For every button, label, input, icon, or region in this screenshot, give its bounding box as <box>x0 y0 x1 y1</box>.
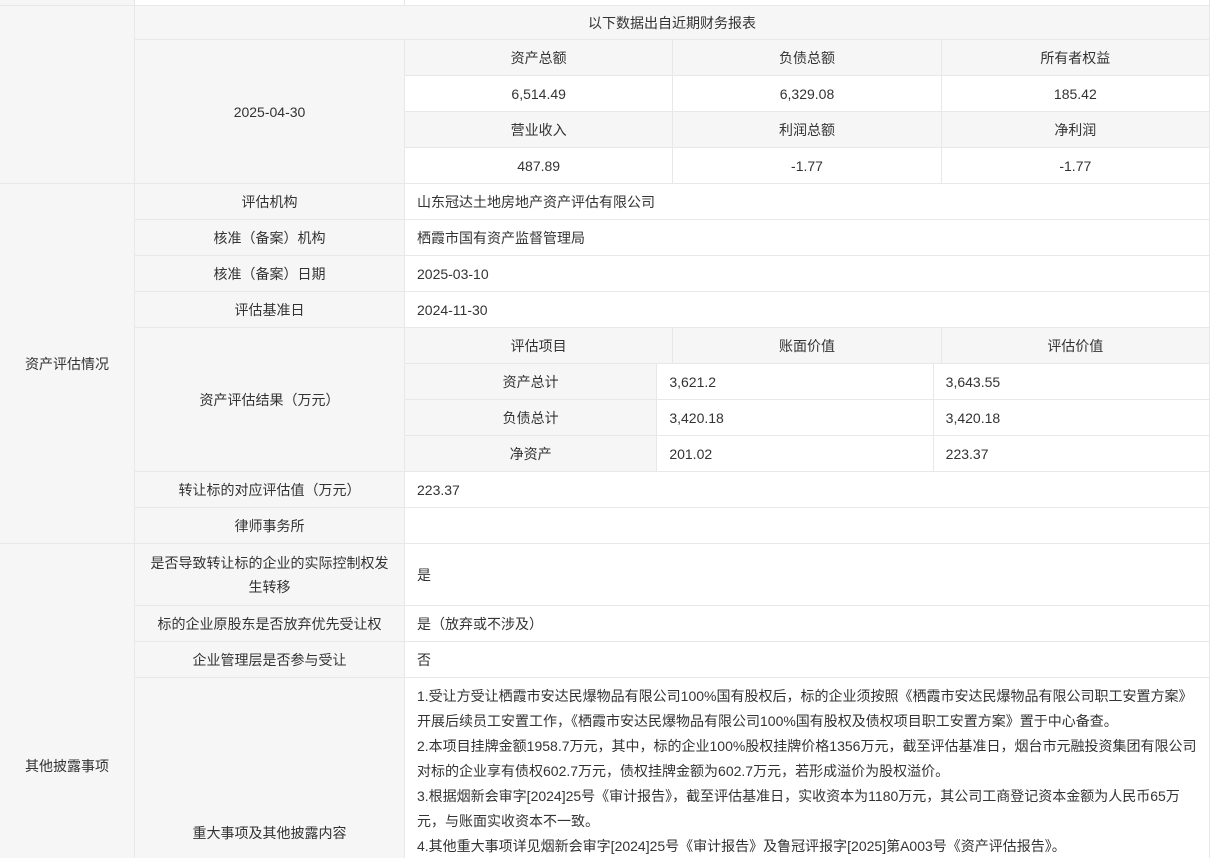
row-label: 评估基准日 <box>135 292 405 328</box>
evaluation-group-label: 资产评估情况 <box>0 184 135 544</box>
financial-value: 487.89 <box>405 148 673 184</box>
disclosure-paragraph: 3.根据烟新会审字[2024]25号《审计报告》，截至评估基准日，实收资本为11… <box>417 784 1197 834</box>
financial-value: 6,329.08 <box>673 76 941 112</box>
row-label: 核准（备案）日期 <box>135 256 405 292</box>
disclosure-group-label: 其他披露事项 <box>0 544 135 858</box>
disclosure-table: 以下数据出自近期财务报表 2025-04-30 资产总额 负债总额 所有者权益 … <box>0 0 1210 858</box>
disclosure-band: 其他披露事项 是否导致转让标的企业的实际控制权发生转移 是 标的企业原股东是否放… <box>0 544 1209 858</box>
result-item: 净资产 <box>405 436 657 472</box>
result-table-header: 评估项目 <box>405 328 673 364</box>
result-assessed-value: 223.37 <box>934 436 1209 472</box>
result-table-header: 账面价值 <box>673 328 941 364</box>
financial-header: 营业收入 <box>405 112 673 148</box>
disclosure-paragraph: 1.受让方受让栖霞市安达民爆物品有限公司100%国有股权后，标的企业须按照《栖霞… <box>417 684 1197 734</box>
evaluation-result-table: 资产评估结果（万元） 评估项目 账面价值 评估价值 资产总计 3,621.2 3… <box>135 328 1209 472</box>
row-label: 是否导致转让标的企业的实际控制权发生转移 <box>135 544 405 606</box>
row-label: 评估机构 <box>135 184 405 220</box>
financial-value: 185.42 <box>942 76 1209 112</box>
financial-header: 净利润 <box>942 112 1209 148</box>
financial-band: 以下数据出自近期财务报表 2025-04-30 资产总额 负债总额 所有者权益 … <box>0 6 1209 184</box>
row-label: 重大事项及其他披露内容 <box>135 678 405 858</box>
result-book-value: 201.02 <box>657 436 933 472</box>
row-value: 2025-03-10 <box>405 256 1209 292</box>
row-value: 2024-11-30 <box>405 292 1209 328</box>
result-assessed-value: 3,420.18 <box>934 400 1209 436</box>
result-book-value: 3,420.18 <box>657 400 933 436</box>
disclosure-paragraph: 2.本项目挂牌金额1958.7万元，其中，标的企业100%股权挂牌价格1356万… <box>417 734 1197 784</box>
financial-group-cell <box>0 6 135 184</box>
result-book-value: 3,621.2 <box>657 364 933 400</box>
row-value: 223.37 <box>405 472 1209 508</box>
result-item: 负债总计 <box>405 400 657 436</box>
result-item: 资产总计 <box>405 364 657 400</box>
financial-value: -1.77 <box>673 148 941 184</box>
financial-header: 所有者权益 <box>942 40 1209 76</box>
financial-header: 资产总额 <box>405 40 673 76</box>
row-label: 律师事务所 <box>135 508 405 544</box>
evaluation-band: 资产评估情况 评估机构 山东冠达土地房地产资产评估有限公司 核准（备案）机构 栖… <box>0 184 1209 544</box>
financial-value: -1.77 <box>942 148 1209 184</box>
row-label: 标的企业原股东是否放弃优先受让权 <box>135 606 405 642</box>
row-value: 是 <box>405 544 1209 606</box>
financial-note: 以下数据出自近期财务报表 <box>135 6 1209 40</box>
row-value: 是（放弃或不涉及） <box>405 606 1209 642</box>
row-label: 企业管理层是否参与受让 <box>135 642 405 678</box>
row-value <box>405 508 1209 544</box>
row-label: 核准（备案）机构 <box>135 220 405 256</box>
row-label: 资产评估结果（万元） <box>135 328 405 472</box>
result-assessed-value: 3,643.55 <box>934 364 1209 400</box>
disclosure-paragraph: 4.其他重大事项详见烟新会审字[2024]25号《审计报告》及鲁冠评报字[202… <box>417 834 1197 858</box>
row-value: 栖霞市国有资产监督管理局 <box>405 220 1209 256</box>
row-value: 山东冠达土地房地产资产评估有限公司 <box>405 184 1209 220</box>
major-items-content: 1.受让方受让栖霞市安达民爆物品有限公司100%国有股权后，标的企业须按照《栖霞… <box>405 678 1209 858</box>
financial-value: 6,514.49 <box>405 76 673 112</box>
row-value: 否 <box>405 642 1209 678</box>
row-label: 转让标的对应评估值（万元） <box>135 472 405 508</box>
financial-header: 利润总额 <box>673 112 941 148</box>
financial-date-cell: 2025-04-30 <box>135 40 405 184</box>
result-table-header: 评估价值 <box>942 328 1209 364</box>
financial-header: 负债总额 <box>673 40 941 76</box>
